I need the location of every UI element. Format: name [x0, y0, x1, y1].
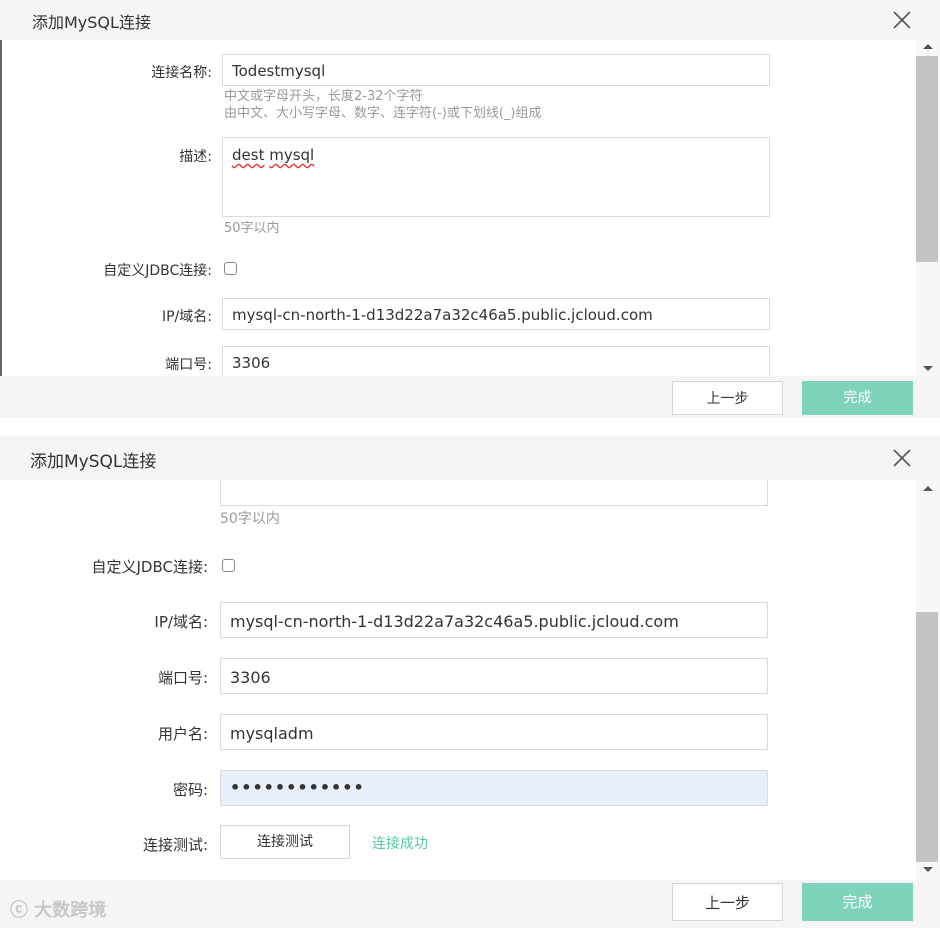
watermark-text: 大数跨境 [34, 900, 107, 921]
port-input[interactable]: 3306 [220, 658, 768, 694]
desc-label: 描述: [179, 149, 212, 165]
dialog-bottom: 添加MySQL连接 50字以内 自定义JDBC连接: IP/域名: mysql-… [0, 436, 940, 928]
dialog-body: 50字以内 自定义JDBC连接: IP/域名: mysql-cn-north-1… [0, 480, 940, 880]
ip-input[interactable]: mysql-cn-north-1-d13d22a7a32c46a5.public… [222, 298, 770, 330]
scrollbar-thumb[interactable] [916, 56, 938, 262]
dialog-body: 连接名称: Todestmysql 中文或字母开头，长度2-32个字符 由中文、… [0, 40, 940, 378]
scrollbar[interactable] [916, 480, 940, 880]
scrollbar-thumb[interactable] [916, 612, 938, 862]
conn-name-label: 连接名称: [151, 65, 212, 81]
port-input[interactable]: 3306 [222, 346, 770, 378]
user-input[interactable]: mysqladm [220, 714, 768, 750]
desc-hint: 50字以内 [220, 511, 280, 527]
close-icon[interactable] [892, 10, 912, 30]
desc-hint: 50字以内 [224, 221, 280, 236]
test-label: 连接测试: [142, 836, 208, 854]
ip-label: IP/域名: [161, 309, 212, 325]
scroll-up-icon[interactable] [923, 44, 933, 49]
dialog-footer: 上一步 完成 [0, 376, 940, 418]
test-result-text: 连接成功 [372, 836, 428, 852]
conn-name-hint-1: 中文或字母开头，长度2-32个字符 [224, 89, 423, 104]
scrollbar[interactable] [916, 40, 940, 378]
user-label: 用户名: [157, 725, 208, 743]
test-connection-button[interactable]: 连接测试 [220, 825, 350, 859]
dialog-titlebar: 添加MySQL连接 [0, 436, 940, 480]
dialog-top: 添加MySQL连接 连接名称: Todestmysql 中文或字母开头，长度2-… [0, 0, 940, 418]
conn-name-input[interactable]: Todestmysql [222, 54, 770, 86]
ip-label: IP/域名: [154, 613, 208, 631]
ip-input[interactable]: mysql-cn-north-1-d13d22a7a32c46a5.public… [220, 602, 768, 638]
done-button[interactable]: 完成 [802, 883, 913, 921]
prev-button[interactable]: 上一步 [672, 883, 783, 921]
desc-textarea[interactable] [220, 480, 768, 506]
password-input[interactable]: •••••••••••• [220, 770, 768, 806]
close-icon[interactable] [892, 448, 912, 468]
conn-name-hint-2: 由中文、大小写字母、数字、连字符(-)或下划线(_)组成 [224, 106, 542, 121]
done-button[interactable]: 完成 [802, 381, 913, 415]
port-label: 端口号: [165, 357, 212, 373]
scroll-up-icon[interactable] [923, 486, 933, 491]
desc-word: dest [232, 146, 265, 164]
dialog-titlebar: 添加MySQL连接 [0, 0, 940, 40]
jdbc-checkbox[interactable] [222, 559, 235, 572]
watermark-logo-icon: ⓒ [10, 900, 28, 921]
jdbc-label: 自定义JDBC连接: [103, 263, 212, 279]
dialog-title: 添加MySQL连接 [30, 452, 157, 472]
port-label: 端口号: [157, 669, 208, 687]
scroll-down-icon[interactable] [923, 366, 933, 371]
password-label: 密码: [172, 781, 208, 799]
scroll-down-icon[interactable] [923, 867, 933, 872]
prev-button[interactable]: 上一步 [672, 381, 783, 415]
dialog-footer: 上一步 完成 ⓒ 大数跨境 [0, 880, 940, 928]
jdbc-label: 自定义JDBC连接: [91, 558, 208, 576]
desc-word: mysql [269, 146, 315, 164]
desc-textarea[interactable]: dest mysql [222, 137, 770, 217]
jdbc-checkbox[interactable] [224, 262, 237, 275]
dialog-title: 添加MySQL连接 [32, 13, 151, 32]
watermark: ⓒ 大数跨境 [10, 896, 106, 922]
